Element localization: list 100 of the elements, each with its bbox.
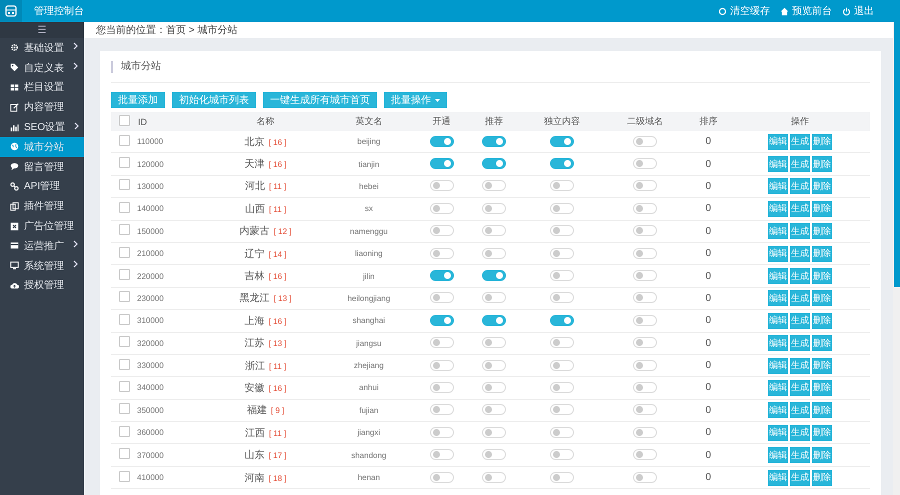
row-action-button[interactable]: 编辑: [768, 134, 788, 150]
row-checkbox[interactable]: [118, 358, 130, 370]
row-action-button[interactable]: 生成: [790, 268, 810, 284]
toggle-switch[interactable]: [430, 158, 454, 170]
sidebar-item[interactable]: 内容管理: [0, 97, 84, 118]
row-checkbox[interactable]: [118, 269, 130, 280]
row-action-button[interactable]: 编辑: [768, 312, 788, 329]
header-link[interactable]: 预览前台: [780, 4, 832, 18]
row-action-button[interactable]: 生成: [790, 290, 810, 306]
toggle-switch[interactable]: [430, 270, 454, 282]
row-action-button[interactable]: 编辑: [768, 223, 788, 240]
header-link[interactable]: 退出: [842, 4, 874, 18]
sidebar-item[interactable]: 广告位管理: [0, 216, 84, 236]
toggle-switch[interactable]: [550, 314, 574, 326]
row-action-button[interactable]: 删除: [812, 380, 832, 396]
sidebar-item[interactable]: 系统管理: [0, 256, 84, 276]
row-action-button[interactable]: 生成: [790, 200, 810, 217]
row-action-button[interactable]: 生成: [790, 156, 810, 172]
row-checkbox[interactable]: [118, 336, 130, 348]
row-checkbox[interactable]: [118, 426, 130, 437]
row-action-button[interactable]: 删除: [812, 402, 832, 418]
toolbar-button[interactable]: 一键生成所有城市首页: [263, 92, 377, 108]
row-checkbox[interactable]: [118, 179, 130, 190]
row-action-button[interactable]: 删除: [812, 290, 832, 306]
row-checkbox[interactable]: [118, 157, 130, 168]
row-action-button[interactable]: 删除: [812, 358, 832, 374]
row-checkbox[interactable]: [118, 202, 130, 213]
row-action-button[interactable]: 生成: [790, 470, 810, 486]
row-action-button[interactable]: 生成: [790, 178, 810, 194]
row-action-button[interactable]: 编辑: [768, 178, 788, 194]
row-action-button[interactable]: 删除: [812, 268, 832, 284]
row-action-button[interactable]: 删除: [812, 223, 832, 240]
sidebar-item[interactable]: 留言管理: [0, 156, 84, 177]
count-label: [ 11 ]: [268, 182, 286, 192]
toggle-switch[interactable]: [482, 158, 506, 170]
row-action-button[interactable]: 编辑: [768, 470, 788, 486]
row-action-button[interactable]: 编辑: [768, 447, 788, 464]
sidebar-item[interactable]: 城市分站: [0, 136, 84, 157]
row-action-button[interactable]: 生成: [790, 402, 810, 418]
row-action-button[interactable]: 删除: [812, 424, 832, 441]
scrollbar[interactable]: [893, 22, 900, 495]
toolbar-button[interactable]: 批量添加: [111, 92, 165, 108]
row-action-button[interactable]: 编辑: [768, 424, 788, 441]
sidebar-item[interactable]: API管理: [0, 176, 84, 196]
id-cell: 310000: [137, 316, 164, 326]
row-action-button[interactable]: 编辑: [768, 156, 788, 172]
row-action-button[interactable]: 生成: [790, 424, 810, 441]
sidebar-item[interactable]: 插件管理: [0, 196, 84, 216]
row-action-button[interactable]: 编辑: [768, 335, 788, 352]
row-action-button[interactable]: 删除: [812, 156, 832, 172]
dropdown-button[interactable]: 批量操作: [384, 92, 447, 108]
toggle-switch[interactable]: [482, 314, 506, 326]
select-all-checkbox[interactable]: [118, 115, 130, 126]
sidebar-item[interactable]: 运营推广: [0, 236, 84, 256]
row-action-button[interactable]: 生成: [790, 312, 810, 329]
row-action-button[interactable]: 生成: [790, 335, 810, 352]
row-checkbox[interactable]: [118, 134, 130, 146]
row-action-button[interactable]: 生成: [790, 223, 810, 240]
row-checkbox[interactable]: [118, 246, 130, 258]
row-action-button[interactable]: 生成: [790, 134, 810, 150]
row-action-button[interactable]: 生成: [790, 358, 810, 374]
row-checkbox[interactable]: [118, 448, 130, 460]
row-action-button[interactable]: 生成: [790, 380, 810, 396]
row-action-button[interactable]: 编辑: [768, 380, 788, 396]
toolbar-button[interactable]: 初始化城市列表: [172, 92, 256, 108]
header-link[interactable]: 清空缓存: [718, 4, 770, 18]
row-action-button[interactable]: 删除: [812, 470, 832, 486]
row-action-button[interactable]: 生成: [790, 246, 810, 262]
sidebar-item[interactable]: 授权管理: [0, 276, 84, 296]
row-checkbox[interactable]: [118, 403, 130, 414]
menu-toggle[interactable]: ☰: [0, 22, 84, 38]
row-action-button[interactable]: 编辑: [768, 246, 788, 262]
row-action-button[interactable]: 删除: [812, 246, 832, 262]
sidebar-item[interactable]: 栏目设置: [0, 78, 84, 98]
row-checkbox[interactable]: [118, 314, 130, 325]
toggle-switch[interactable]: [550, 158, 574, 170]
row-action-button[interactable]: 编辑: [768, 200, 788, 217]
row-checkbox[interactable]: [118, 224, 130, 236]
row-action-button[interactable]: 编辑: [768, 290, 788, 306]
toggle-switch[interactable]: [482, 270, 506, 282]
row-action-button[interactable]: 生成: [790, 447, 810, 464]
row-checkbox[interactable]: [118, 380, 130, 392]
row-action-button[interactable]: 删除: [812, 447, 832, 464]
row-action-button[interactable]: 编辑: [768, 358, 788, 374]
row-action-button[interactable]: 删除: [812, 134, 832, 150]
sidebar-item[interactable]: 自定义表: [0, 58, 84, 78]
toggle-switch[interactable]: [550, 136, 574, 147]
toggle-switch[interactable]: [430, 136, 454, 147]
row-action-button[interactable]: 编辑: [768, 268, 788, 284]
row-action-button[interactable]: 删除: [812, 178, 832, 194]
row-action-button[interactable]: 删除: [812, 335, 832, 352]
toggle-switch[interactable]: [482, 136, 506, 147]
row-checkbox[interactable]: [118, 470, 130, 482]
row-checkbox[interactable]: [118, 291, 130, 302]
toggle-switch[interactable]: [430, 314, 454, 326]
row-action-button[interactable]: 删除: [812, 200, 832, 217]
sidebar-item[interactable]: SEO设置: [0, 117, 84, 137]
sidebar-item[interactable]: 基础设置: [0, 38, 84, 58]
row-action-button[interactable]: 删除: [812, 312, 832, 329]
row-action-button[interactable]: 编辑: [768, 402, 788, 418]
